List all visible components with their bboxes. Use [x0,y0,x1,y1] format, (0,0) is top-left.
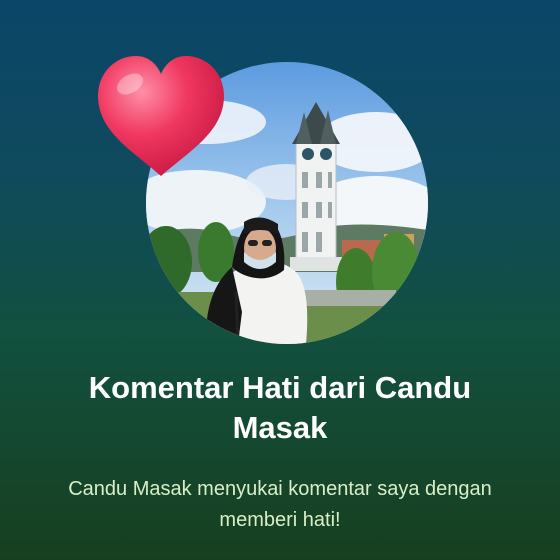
heart-icon [98,56,224,176]
notification-message: Candu Masak menyukai komentar saya denga… [68,478,492,531]
heart-notification-card: Komentar Hati dari Candu Masak Candu Mas… [0,0,560,560]
notification-title: Komentar Hati dari Candu Masak [88,370,472,445]
